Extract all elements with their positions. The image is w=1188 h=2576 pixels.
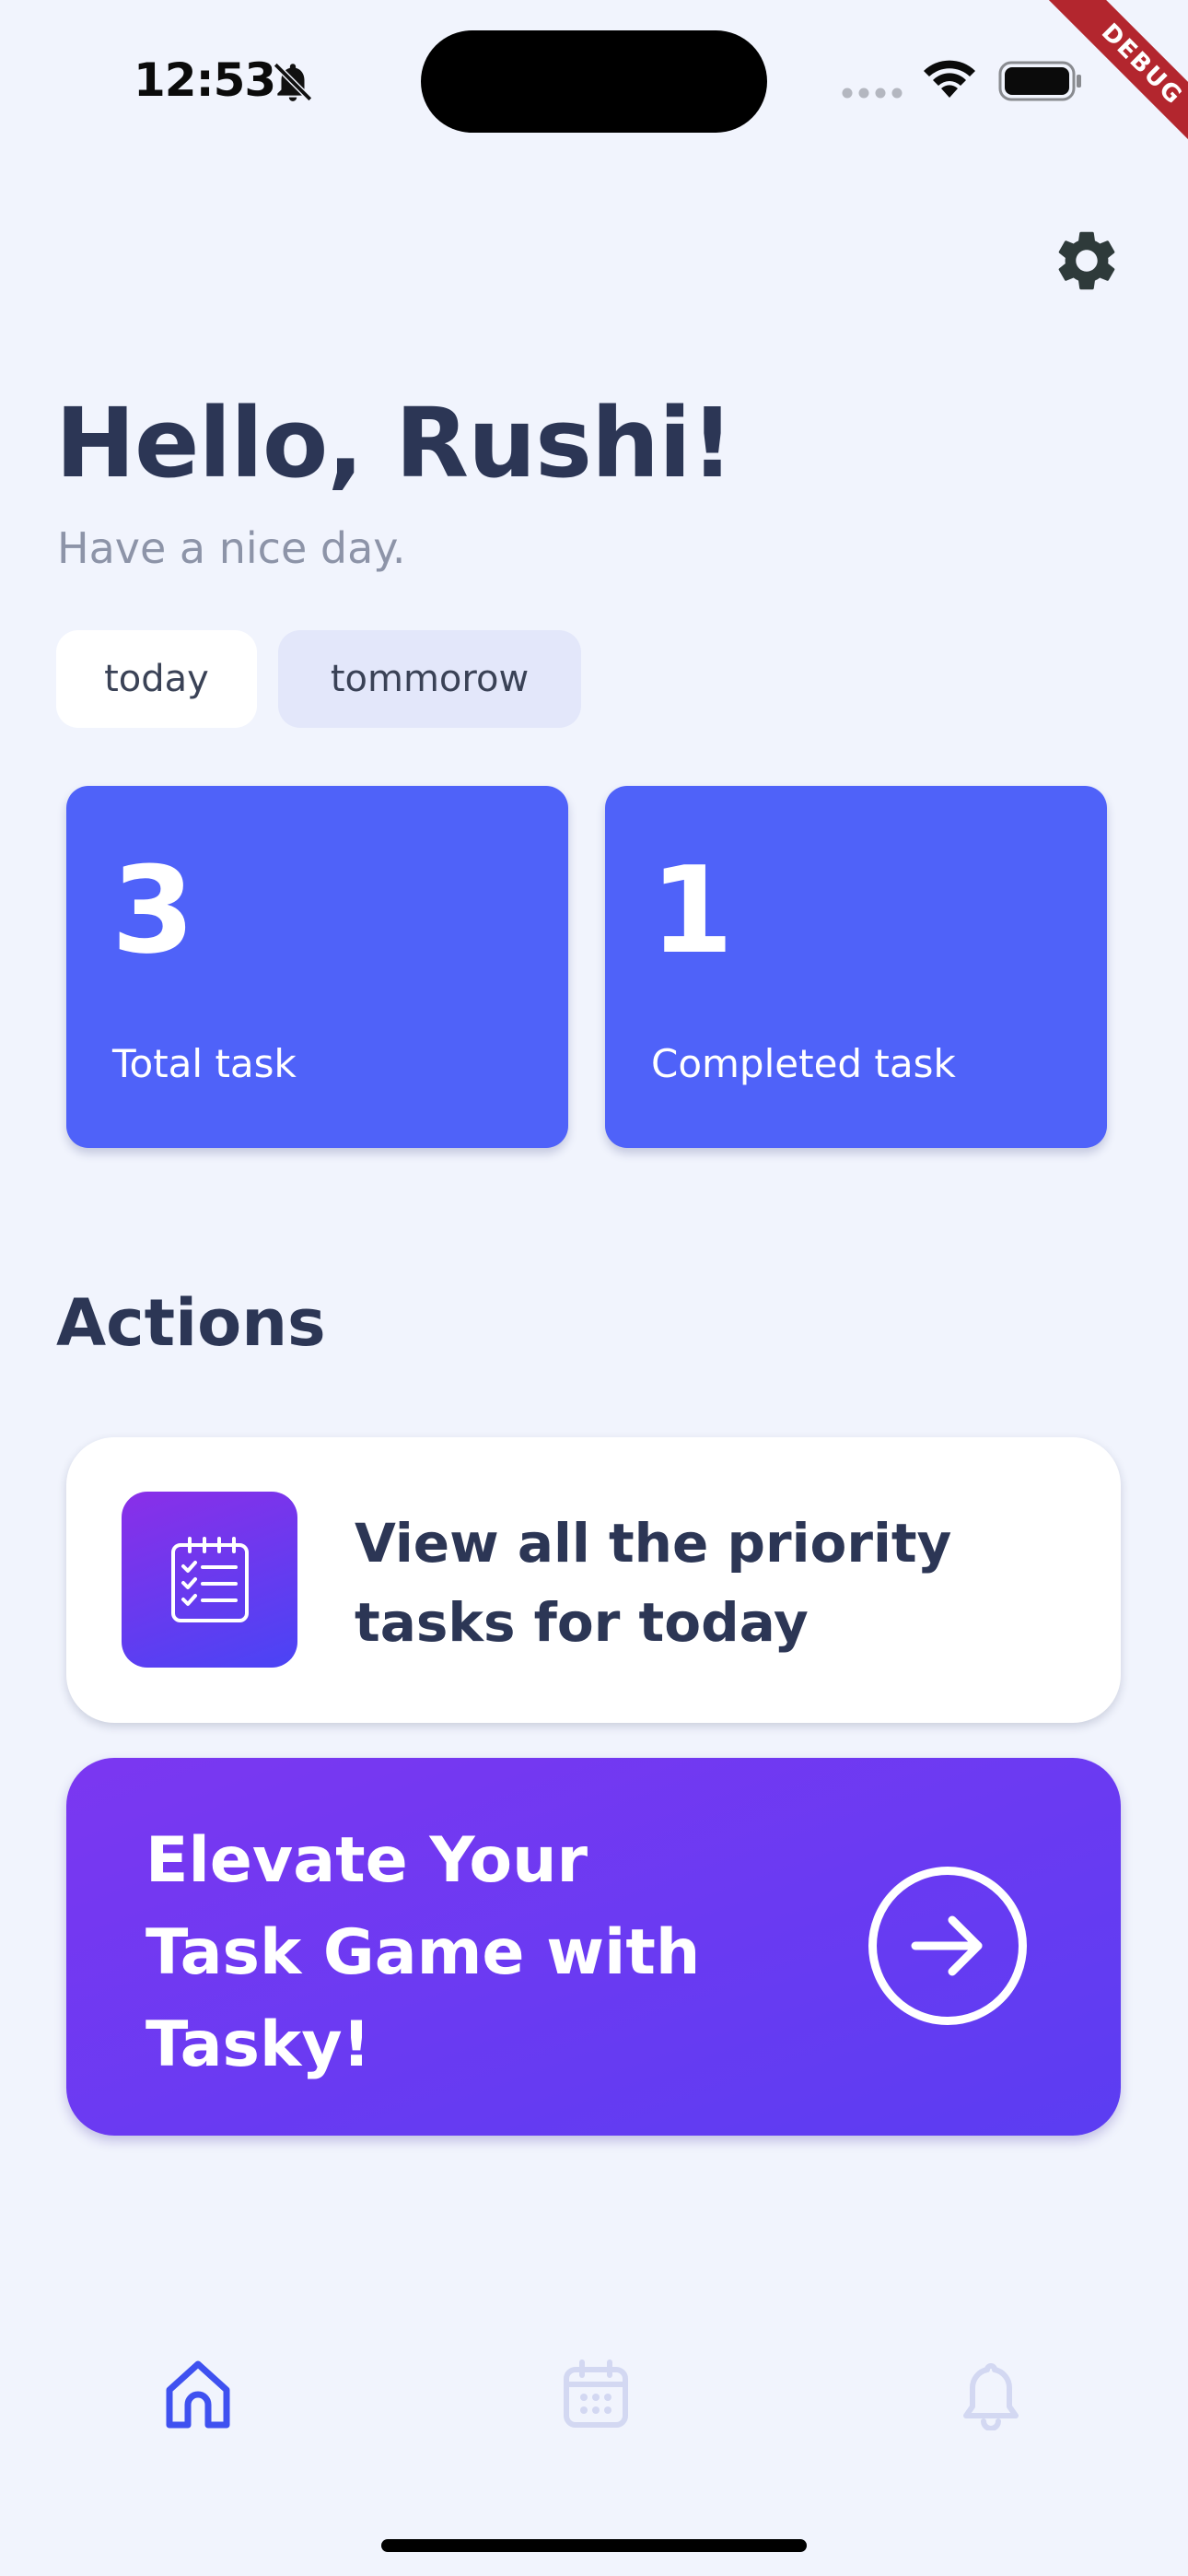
total-task-card[interactable]: 3 Total task	[66, 786, 568, 1148]
priority-tasks-card[interactable]: View all the priority tasks for today	[66, 1437, 1121, 1723]
home-indicator	[381, 2539, 807, 2552]
completed-task-card[interactable]: 1 Completed task	[605, 786, 1107, 1148]
home-icon[interactable]	[162, 2359, 234, 2430]
bell-off-icon	[273, 62, 313, 102]
signal-icon	[842, 88, 903, 99]
checklist-icon	[171, 1537, 249, 1622]
promo-text: Elevate Your Task Game with Tasky!	[146, 1824, 701, 2081]
completed-task-count: 1	[650, 840, 734, 980]
battery-icon	[998, 61, 1081, 101]
dynamic-island	[421, 30, 767, 133]
greeting-subtitle: Have a nice day.	[57, 523, 406, 573]
total-task-label: Total task	[112, 1041, 297, 1086]
arrow-right-icon	[911, 1915, 983, 1976]
gear-icon[interactable]	[1051, 225, 1123, 297]
status-time: 12:53	[134, 53, 276, 107]
total-task-count: 3	[111, 840, 195, 980]
actions-heading: Actions	[56, 1285, 326, 1361]
promo-arrow-button[interactable]	[868, 1867, 1027, 2025]
wifi-icon	[924, 60, 975, 98]
calendar-icon[interactable]	[560, 2359, 632, 2430]
filter-chip-today[interactable]: today	[56, 630, 257, 728]
priority-tasks-text: View all the priority tasks for today	[355, 1512, 952, 1654]
priority-icon-box	[122, 1492, 297, 1668]
bell-icon[interactable]	[955, 2359, 1027, 2430]
completed-task-label: Completed task	[651, 1041, 956, 1086]
tasky-promo-card[interactable]: Elevate Your Task Game with Tasky!	[66, 1758, 1121, 2136]
filter-chip-tomorrow[interactable]: tommorow	[278, 630, 581, 728]
greeting-title: Hello, Rushi!	[55, 387, 734, 499]
